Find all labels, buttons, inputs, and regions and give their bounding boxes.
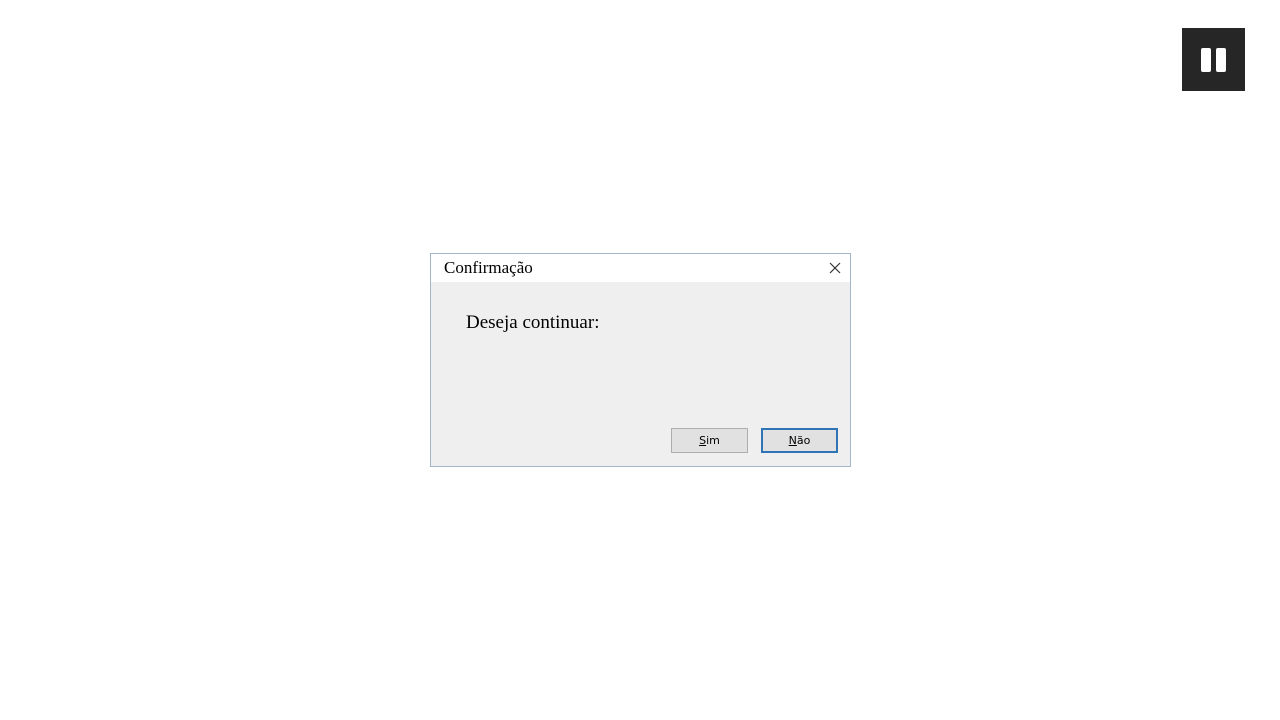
pause-button[interactable] [1182, 28, 1245, 91]
close-icon [829, 262, 841, 274]
no-button[interactable]: Não [761, 428, 838, 453]
no-button-accelerator: N [788, 434, 797, 447]
yes-button-label: im [706, 434, 720, 447]
close-button[interactable] [824, 258, 846, 278]
dialog-message: Deseja continuar: [466, 312, 600, 333]
confirmation-dialog: Confirmação Deseja continuar: Sim Não [430, 253, 851, 467]
dialog-titlebar: Confirmação [431, 254, 850, 282]
yes-button-accelerator: S [699, 434, 707, 447]
dialog-title: Confirmação [444, 258, 533, 277]
no-button-label: ão [796, 434, 811, 447]
pause-icon [1216, 48, 1226, 72]
pause-icon [1201, 48, 1211, 72]
yes-button[interactable]: Sim [671, 428, 748, 453]
